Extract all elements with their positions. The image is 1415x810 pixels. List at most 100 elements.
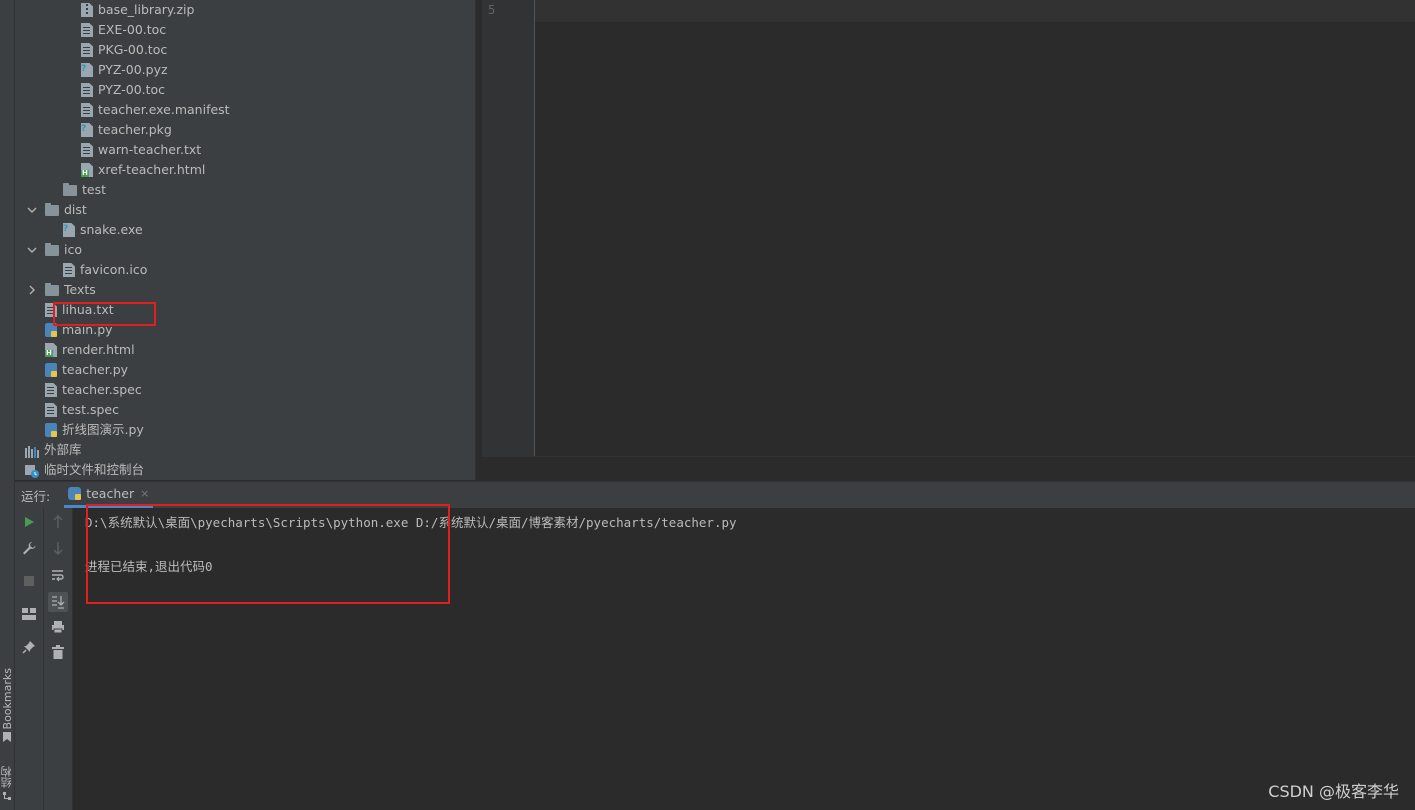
tree-item-label: render.html: [62, 342, 135, 357]
tree-item[interactable]: PYZ-00.pyz: [81, 60, 168, 80]
project-tree-panel: base_library.zip EXE-00.toc PKG-00.toc PYZ-…: [15, 0, 475, 480]
tree-item-label: base_library.zip: [98, 2, 195, 17]
tree-item[interactable]: base_library.zip: [81, 0, 194, 20]
bookmarks-tab[interactable]: Bookmarks: [0, 668, 14, 743]
pin-icon[interactable]: [21, 639, 37, 655]
run-label: 运行:: [21, 488, 51, 504]
current-line-highlight: [535, 0, 1415, 22]
tree-item[interactable]: test.spec: [45, 400, 119, 420]
tree-item-label: xref-teacher.html: [98, 162, 206, 177]
chevron-down-icon[interactable]: [27, 205, 37, 215]
tree-item[interactable]: ico: [27, 240, 82, 260]
run-toolbar-secondary: [44, 508, 73, 810]
tree-item-label: teacher.pkg: [98, 122, 172, 137]
run-console[interactable]: D:\系统默认\桌面\pyecharts\Scripts\python.exe …: [73, 504, 1415, 810]
line-number: 5: [488, 3, 496, 17]
layout-icon[interactable]: [21, 606, 37, 622]
tree-item[interactable]: dist: [27, 200, 87, 220]
run-toolbar-primary: [15, 508, 44, 810]
tree-item[interactable]: favicon.ico: [63, 260, 147, 280]
text-file-icon: [81, 23, 93, 37]
structure-tab[interactable]: 结构: [0, 766, 14, 801]
folder-icon: [45, 283, 59, 296]
highlight-box-lihua: [53, 302, 156, 326]
tree-item[interactable]: teacher.pkg: [81, 120, 172, 140]
tree-item[interactable]: PKG-00.toc: [81, 40, 167, 60]
tree-item-label: teacher.py: [62, 362, 129, 377]
tree-item-label: teacher.exe.manifest: [98, 102, 230, 117]
close-icon[interactable]: ×: [140, 487, 149, 500]
tree-item-label: teacher.spec: [62, 382, 142, 397]
tree-item-label: PYZ-00.toc: [98, 82, 166, 97]
text-file-icon: [45, 403, 57, 417]
library-icon: [25, 444, 39, 458]
trash-icon[interactable]: [50, 644, 66, 660]
tree-item[interactable]: 临时文件和控制台: [25, 460, 144, 480]
tree-item-label: PYZ-00.pyz: [98, 62, 168, 77]
highlight-box-console: [86, 504, 450, 604]
tree-item-label: 临时文件和控制台: [44, 462, 145, 477]
folder-icon: [45, 203, 59, 216]
editor-gutter: 5: [482, 0, 535, 456]
text-file-icon: [81, 83, 93, 97]
code-editor[interactable]: [535, 0, 1415, 456]
tree-item-label: PKG-00.toc: [98, 42, 168, 57]
editor-bottom-area: [482, 456, 1415, 481]
tree-item[interactable]: test: [63, 180, 106, 200]
arrow-up-icon[interactable]: [50, 514, 66, 530]
python-file-icon: [45, 423, 57, 437]
structure-tab-label: 结构: [0, 766, 13, 788]
html-file-icon: [45, 343, 57, 357]
print-icon[interactable]: [50, 619, 66, 635]
tree-item-label: test.spec: [62, 402, 119, 417]
scroll-to-end-icon[interactable]: [48, 592, 68, 612]
tree-item[interactable]: EXE-00.toc: [81, 20, 166, 40]
chevron-right-icon[interactable]: [27, 285, 37, 295]
tree-item[interactable]: render.html: [45, 340, 135, 360]
tree-item-label: 折线图演示.py: [62, 422, 144, 437]
text-file-icon: [81, 103, 93, 117]
tree-item-label: test: [82, 182, 107, 197]
text-file-icon: [63, 263, 75, 277]
tree-item[interactable]: snake.exe: [63, 220, 143, 240]
folder-icon: [45, 243, 59, 256]
chevron-right-icon[interactable]: [15, 445, 17, 455]
tree-item[interactable]: teacher.py: [45, 360, 128, 380]
soft-wrap-icon[interactable]: [50, 567, 66, 583]
text-file-icon: [45, 383, 57, 397]
bookmark-icon: [3, 732, 11, 743]
tree-item[interactable]: teacher.exe.manifest: [81, 100, 230, 120]
rerun-icon[interactable]: [21, 514, 37, 530]
tree-item-label: 外部库: [44, 442, 82, 457]
chevron-down-icon[interactable]: [27, 245, 37, 255]
watermark: CSDN @极客李华: [1268, 782, 1399, 801]
tree-item[interactable]: 折线图演示.py: [45, 420, 144, 440]
unknown-file-icon: [81, 123, 93, 137]
tree-item-label: favicon.ico: [80, 262, 148, 277]
tree-item[interactable]: warn-teacher.txt: [81, 140, 201, 160]
stop-icon[interactable]: [21, 573, 37, 589]
tree-item[interactable]: teacher.spec: [45, 380, 142, 400]
tree-item[interactable]: Texts: [27, 280, 96, 300]
tree-item-label: ico: [64, 242, 82, 257]
tree-item[interactable]: 外部库: [15, 440, 82, 460]
tree-item[interactable]: PYZ-00.toc: [81, 80, 165, 100]
tree-item-label: snake.exe: [80, 222, 143, 237]
left-tool-strip: Bookmarks 结构: [0, 0, 15, 810]
arrow-down-icon[interactable]: [50, 540, 66, 556]
python-icon: [68, 487, 82, 500]
wrench-icon[interactable]: [21, 540, 37, 556]
run-tab-label: teacher: [86, 486, 135, 501]
unknown-file-icon: [63, 223, 75, 237]
zip-icon: [81, 3, 93, 17]
html-file-icon: [81, 163, 93, 177]
tree-item-label: Texts: [64, 282, 96, 297]
unknown-file-icon: [81, 63, 93, 77]
python-file-icon: [45, 363, 57, 377]
tree-item[interactable]: xref-teacher.html: [81, 160, 205, 180]
folder-icon: [63, 183, 77, 196]
scratch-icon: [25, 464, 39, 478]
tree-item-label: dist: [64, 202, 87, 217]
text-file-icon: [81, 143, 93, 157]
text-file-icon: [81, 43, 93, 57]
